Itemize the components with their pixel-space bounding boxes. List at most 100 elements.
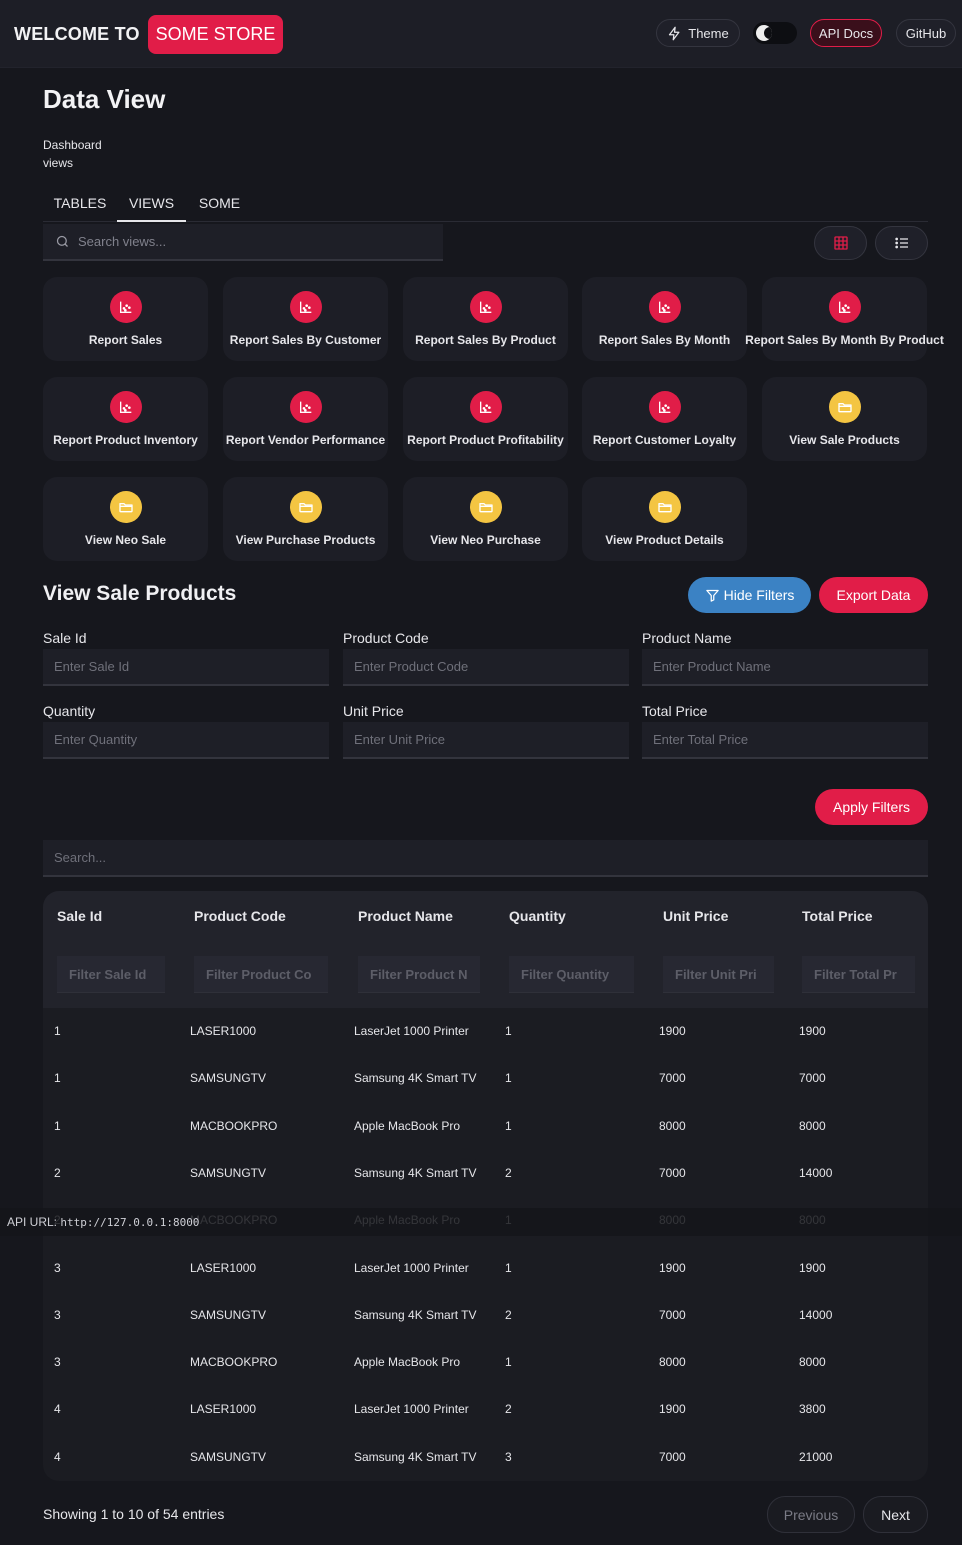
cell-unit-price: 8000 (659, 1118, 686, 1133)
column-filter-product-name[interactable] (358, 956, 480, 993)
previous-page-button[interactable]: Previous (767, 1496, 855, 1533)
view-card[interactable]: Report Vendor Performance (223, 377, 388, 461)
view-card-label: View Product Details (605, 533, 724, 547)
cell-product-name: Apple MacBook Pro (354, 1118, 461, 1133)
column-header-quantity[interactable]: Quantity (509, 908, 566, 924)
filter-input-product-code[interactable] (343, 649, 629, 686)
table-row[interactable]: 3 SAMSUNGTV Samsung 4K Smart TV 2 7000 14000 (43, 1292, 928, 1339)
tab-some[interactable]: SOME (186, 186, 253, 222)
table-row[interactable]: 4 LASER1000 LaserJet 1000 Printer 2 1900 3800 (43, 1386, 928, 1433)
column-header-product-code[interactable]: Product Code (194, 908, 286, 924)
cell-product-code: LASER1000 (190, 1402, 257, 1417)
cell-unit-price: 8000 (659, 1355, 686, 1370)
view-card[interactable]: View Product Details (582, 477, 747, 561)
view-card-label: Report Sales By Product (415, 333, 556, 347)
filter-input-unit-price[interactable] (343, 722, 629, 759)
cell-product-name: Apple MacBook Pro (354, 1355, 461, 1370)
table-row[interactable]: 3 LASER1000 LaserJet 1000 Printer 1 1900 1900 (43, 1245, 928, 1292)
cell-quantity: 3 (505, 1449, 512, 1464)
view-card-label: View Neo Sale (84, 533, 167, 547)
table-row[interactable]: 2 MACBOOKPRO Apple MacBook Pro 1 8000 8000 (43, 1197, 928, 1244)
apply-filters-button[interactable]: Apply Filters (815, 789, 928, 825)
view-card[interactable]: View Neo Sale (43, 477, 208, 561)
view-card[interactable]: Report Sales By Customer (223, 277, 388, 361)
table-row[interactable]: 1 LASER1000 LaserJet 1000 Printer 1 1900 1900 (43, 1008, 928, 1055)
grid-view-button[interactable] (814, 226, 867, 260)
brand-prefix: WELCOME TO (14, 23, 140, 44)
view-card-label: View Neo Purchase (430, 533, 541, 547)
column-filter-product-code[interactable] (194, 956, 328, 993)
cell-product-name: Samsung 4K Smart TV (354, 1165, 477, 1180)
cell-total-price: 1900 (799, 1260, 826, 1275)
view-card[interactable]: Report Product Profitability (403, 377, 568, 461)
column-filter-sale-id[interactable] (57, 956, 165, 993)
tab-tables[interactable]: TABLES (43, 186, 117, 222)
column-header-unit-price[interactable]: Unit Price (663, 908, 728, 924)
folder-icon (289, 491, 322, 523)
cell-quantity: 1 (505, 1213, 512, 1228)
brand-logo[interactable]: WELCOME TO SOME STORE (14, 14, 284, 54)
chart-icon (289, 291, 322, 323)
tab-views[interactable]: VIEWS (117, 186, 186, 222)
table-row[interactable]: 1 SAMSUNGTV Samsung 4K Smart TV 1 7000 7000 (43, 1055, 928, 1102)
breadcrumb-dashboard[interactable]: Dashboard (43, 138, 102, 152)
view-card[interactable]: Report Sales By Product (403, 277, 568, 361)
filter-input-product-name[interactable] (642, 649, 928, 686)
tab-bar: TABLES VIEWS SOME (43, 186, 928, 222)
column-header-total-price[interactable]: Total Price (802, 908, 873, 924)
table-row[interactable]: 2 SAMSUNGTV Samsung 4K Smart TV 2 7000 14000 (43, 1150, 928, 1197)
view-card[interactable]: View Purchase Products (223, 477, 388, 561)
column-header-product-name[interactable]: Product Name (358, 908, 453, 924)
view-card[interactable]: Report Product Inventory (43, 377, 208, 461)
cell-product-code: SAMSUNGTV (190, 1307, 267, 1322)
column-filter-quantity[interactable] (509, 956, 634, 993)
table-search-input[interactable] (43, 840, 928, 877)
entries-summary: Showing 1 to 10 of 54 entries (43, 1506, 225, 1522)
page-title: Data View (43, 84, 166, 114)
views-search-input[interactable] (78, 234, 418, 249)
cell-unit-price: 7000 (659, 1307, 686, 1322)
theme-button[interactable]: Theme (656, 19, 740, 47)
filter-input-quantity[interactable] (43, 722, 329, 759)
api-docs-button[interactable]: API Docs (810, 19, 882, 47)
view-card[interactable]: Report Customer Loyalty (582, 377, 747, 461)
cell-unit-price: 7000 (659, 1071, 686, 1086)
table-row[interactable]: 3 MACBOOKPRO Apple MacBook Pro 1 8000 8000 (43, 1339, 928, 1386)
column-filter-unit-price[interactable] (663, 956, 774, 993)
table-header: Sale Id Product Code Product Name Quanti… (43, 891, 928, 1008)
cell-sale-id: 1 (54, 1118, 61, 1133)
view-card[interactable]: Report Sales (43, 277, 208, 361)
github-button[interactable]: GitHub (896, 19, 956, 47)
view-card[interactable]: Report Sales By Month (582, 277, 747, 361)
table-row[interactable]: 4 SAMSUNGTV Samsung 4K Smart TV 3 7000 21000 (43, 1434, 928, 1481)
list-view-button[interactable] (875, 226, 928, 260)
brand-name: SOME STORE (147, 14, 284, 54)
view-card-label: Report Sales (88, 333, 163, 347)
column-header-sale-id[interactable]: Sale Id (57, 908, 102, 924)
cell-quantity: 2 (505, 1307, 512, 1322)
section-title: View Sale Products (43, 582, 237, 605)
theme-button-label: Theme (688, 25, 729, 41)
column-filter-total-price[interactable] (802, 956, 915, 993)
view-card-label: Report Product Inventory (53, 433, 198, 447)
lightning-icon (669, 26, 680, 40)
hide-filters-button[interactable]: Hide Filters (688, 577, 811, 613)
view-card[interactable]: Report Sales By Month By Product (745, 277, 944, 361)
view-card-label: Report Customer Loyalty (592, 433, 737, 447)
next-page-button[interactable]: Next (863, 1496, 928, 1533)
chart-icon (289, 391, 322, 423)
export-data-button[interactable]: Export Data (819, 577, 928, 613)
list-icon (894, 237, 908, 249)
filter-input-sale-id[interactable] (43, 649, 329, 686)
cell-product-code: SAMSUNGTV (190, 1071, 267, 1086)
filter-label-product-name: Product Name (642, 630, 732, 646)
view-card[interactable]: View Sale Products (762, 377, 927, 461)
chart-icon (648, 291, 681, 323)
view-card[interactable]: View Neo Purchase (403, 477, 568, 561)
cell-sale-id: 2 (54, 1213, 61, 1228)
cell-sale-id: 3 (54, 1307, 61, 1322)
table-row[interactable]: 1 MACBOOKPRO Apple MacBook Pro 1 8000 8000 (43, 1103, 928, 1150)
filter-input-total-price[interactable] (642, 722, 928, 759)
top-navbar: WELCOME TO SOME STORE Theme API Docs Git… (0, 0, 962, 68)
dark-mode-toggle[interactable] (753, 22, 797, 44)
